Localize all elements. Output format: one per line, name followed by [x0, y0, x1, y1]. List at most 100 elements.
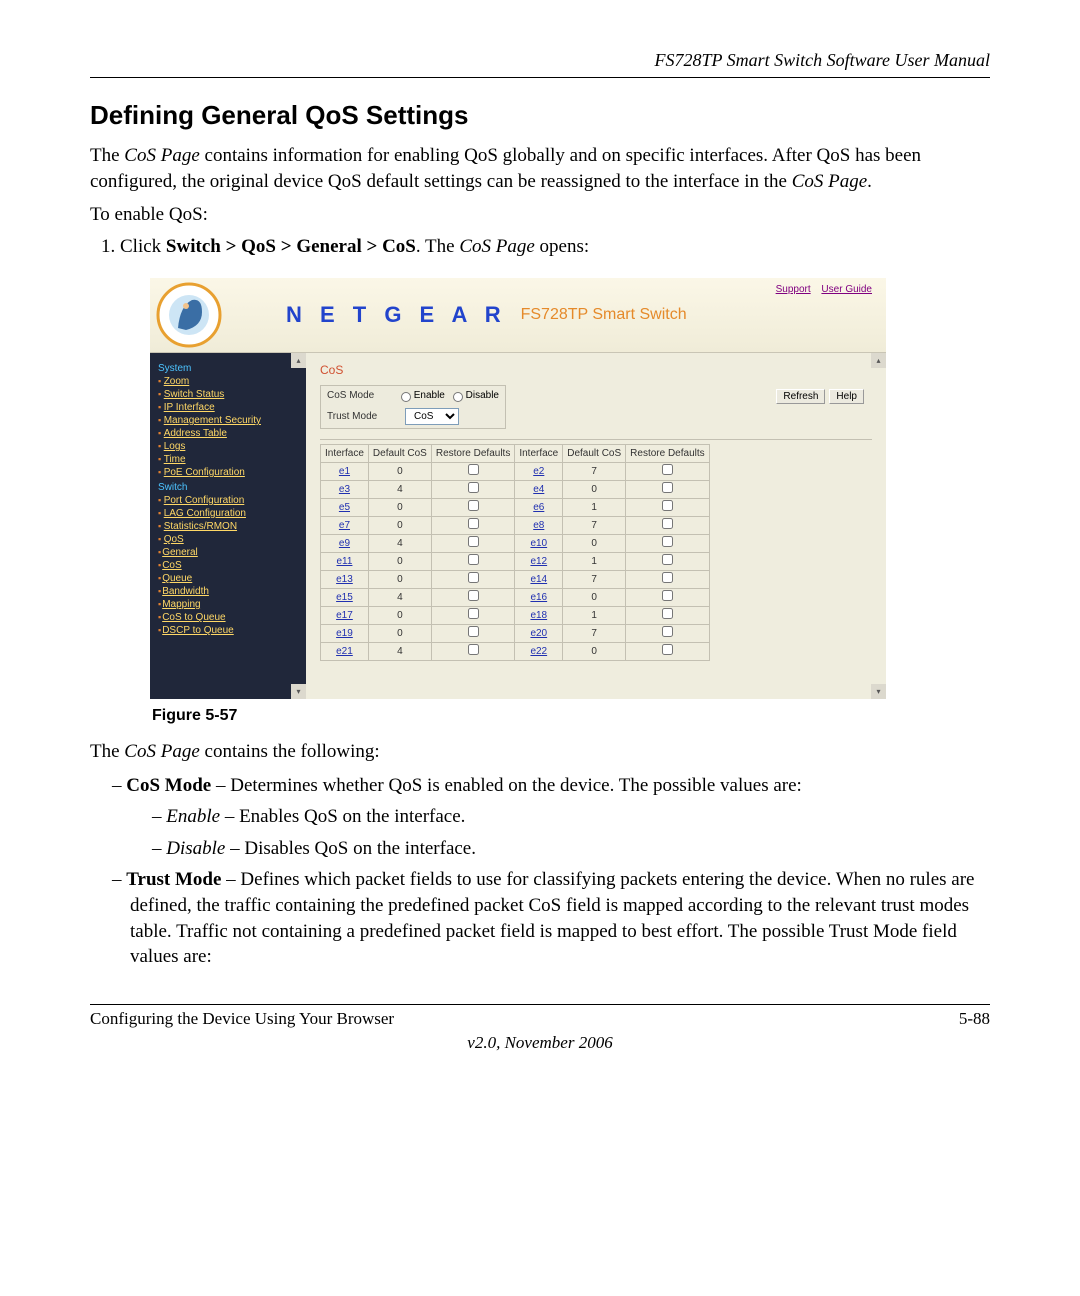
default-cos-cell: 0 — [368, 552, 431, 570]
support-link[interactable]: Support — [776, 284, 811, 295]
sidebar-item-management-security[interactable]: Management Security — [164, 415, 261, 426]
restore-defaults-checkbox[interactable] — [662, 518, 673, 529]
sidebar: ▴ System Zoom Switch Status IP Interface… — [150, 353, 306, 699]
interface-link[interactable]: e22 — [530, 646, 547, 657]
trust-mode-select[interactable]: CoS — [405, 408, 459, 425]
sidebar-group-switch: Switch — [158, 482, 302, 493]
text: – Defines which packet fields to use for… — [130, 869, 974, 967]
interface-link[interactable]: e16 — [530, 592, 547, 603]
sidebar-item-ip-interface[interactable]: IP Interface — [164, 402, 215, 413]
restore-defaults-checkbox[interactable] — [662, 500, 673, 511]
default-cos-cell: 4 — [368, 642, 431, 660]
table-row: e15 4 e16 0 — [321, 588, 710, 606]
sidebar-item-qos[interactable]: QoS — [164, 534, 184, 545]
interface-link[interactable]: e1 — [339, 466, 350, 477]
sidebar-item-general[interactable]: General — [162, 547, 198, 558]
scrollbar-up-icon[interactable]: ▴ — [291, 353, 306, 368]
restore-defaults-checkbox[interactable] — [468, 518, 479, 529]
cos-mode-disable-radio[interactable] — [453, 392, 463, 402]
restore-defaults-checkbox[interactable] — [662, 590, 673, 601]
restore-defaults-checkbox[interactable] — [662, 536, 673, 547]
default-cos-cell: 1 — [563, 606, 626, 624]
restore-defaults-checkbox[interactable] — [468, 644, 479, 655]
interface-link[interactable]: e4 — [533, 484, 544, 495]
interface-link[interactable]: e5 — [339, 502, 350, 513]
sidebar-item-lag-configuration[interactable]: LAG Configuration — [164, 508, 246, 519]
restore-defaults-checkbox[interactable] — [468, 536, 479, 547]
restore-defaults-checkbox[interactable] — [468, 554, 479, 565]
sidebar-item-bandwidth[interactable]: Bandwidth — [162, 586, 209, 597]
sidebar-item-cos[interactable]: CoS — [162, 560, 181, 571]
refresh-button[interactable]: Refresh — [776, 389, 825, 404]
interface-link[interactable]: e8 — [533, 520, 544, 531]
sidebar-item-logs[interactable]: Logs — [164, 441, 186, 452]
trust-mode-label: Trust Mode — [327, 411, 405, 422]
user-guide-link[interactable]: User Guide — [821, 284, 872, 295]
interface-link[interactable]: e12 — [530, 556, 547, 567]
interface-link[interactable]: e21 — [336, 646, 353, 657]
interface-link[interactable]: e15 — [336, 592, 353, 603]
doc-header: FS728TP Smart Switch Software User Manua… — [90, 50, 990, 78]
restore-defaults-checkbox[interactable] — [662, 644, 673, 655]
sidebar-item-address-table[interactable]: Address Table — [164, 428, 227, 439]
sidebar-item-cos-to-queue[interactable]: CoS to Queue — [162, 612, 225, 623]
restore-defaults-checkbox[interactable] — [468, 482, 479, 493]
sidebar-item-switch-status[interactable]: Switch Status — [164, 389, 225, 400]
restore-defaults-checkbox[interactable] — [468, 626, 479, 637]
main-scrollbar-up-icon[interactable]: ▴ — [871, 353, 886, 368]
default-cos-cell: 0 — [563, 588, 626, 606]
sidebar-item-poe-configuration[interactable]: PoE Configuration — [164, 467, 245, 478]
default-cos-cell: 0 — [563, 480, 626, 498]
interface-link[interactable]: e2 — [533, 466, 544, 477]
cos-mode-enable-radio[interactable] — [401, 392, 411, 402]
bullet-trust-mode: Trust Mode – Defines which packet fields… — [130, 867, 990, 970]
interface-link[interactable]: e14 — [530, 574, 547, 585]
sidebar-item-statistics-rmon[interactable]: Statistics/RMON — [164, 521, 237, 532]
footer-version: v2.0, November 2006 — [90, 1033, 990, 1053]
interface-link[interactable]: e13 — [336, 574, 353, 585]
interface-link[interactable]: e18 — [530, 610, 547, 621]
sidebar-item-mapping[interactable]: Mapping — [162, 599, 200, 610]
interface-link[interactable]: e7 — [339, 520, 350, 531]
cos-page-ref: CoS Page — [792, 171, 867, 192]
restore-defaults-checkbox[interactable] — [468, 572, 479, 583]
sidebar-item-port-configuration[interactable]: Port Configuration — [164, 495, 245, 506]
restore-defaults-checkbox[interactable] — [468, 590, 479, 601]
interface-link[interactable]: e6 — [533, 502, 544, 513]
interface-link[interactable]: e11 — [336, 556, 352, 567]
sidebar-item-zoom[interactable]: Zoom — [164, 376, 190, 387]
restore-defaults-checkbox[interactable] — [468, 464, 479, 475]
interface-link[interactable]: e9 — [339, 538, 350, 549]
default-cos-cell: 4 — [368, 588, 431, 606]
interface-link[interactable]: e10 — [530, 538, 547, 549]
restore-defaults-checkbox[interactable] — [662, 554, 673, 565]
interface-link[interactable]: e17 — [336, 610, 353, 621]
sidebar-group-system: System — [158, 363, 302, 374]
restore-defaults-checkbox[interactable] — [468, 500, 479, 511]
th-interface: Interface — [321, 444, 369, 462]
footer-right: 5-88 — [959, 1009, 990, 1029]
th-interface: Interface — [515, 444, 563, 462]
sidebar-item-queue[interactable]: Queue — [162, 573, 192, 584]
restore-defaults-checkbox[interactable] — [468, 608, 479, 619]
sidebar-item-time[interactable]: Time — [164, 454, 186, 465]
sidebar-item-dscp-to-queue[interactable]: DSCP to Queue — [162, 625, 234, 636]
enable-term: Enable — [166, 806, 220, 827]
restore-defaults-checkbox[interactable] — [662, 464, 673, 475]
restore-defaults-checkbox[interactable] — [662, 482, 673, 493]
interface-link[interactable]: e19 — [336, 628, 353, 639]
th-restore-defaults: Restore Defaults — [626, 444, 709, 462]
restore-defaults-checkbox[interactable] — [662, 626, 673, 637]
scrollbar-down-icon[interactable]: ▾ — [291, 684, 306, 699]
interface-link[interactable]: e3 — [339, 484, 350, 495]
text: – Determines whether QoS is enabled on t… — [211, 775, 802, 796]
text: The — [90, 145, 124, 166]
help-button[interactable]: Help — [829, 389, 864, 404]
text: . — [867, 171, 872, 192]
main-scrollbar-down-icon[interactable]: ▾ — [871, 684, 886, 699]
interface-link[interactable]: e20 — [530, 628, 547, 639]
step-1: Click Switch > QoS > General > CoS. The … — [120, 236, 990, 258]
restore-defaults-checkbox[interactable] — [662, 608, 673, 619]
restore-defaults-checkbox[interactable] — [662, 572, 673, 583]
table-row: e70e87 — [321, 516, 710, 534]
